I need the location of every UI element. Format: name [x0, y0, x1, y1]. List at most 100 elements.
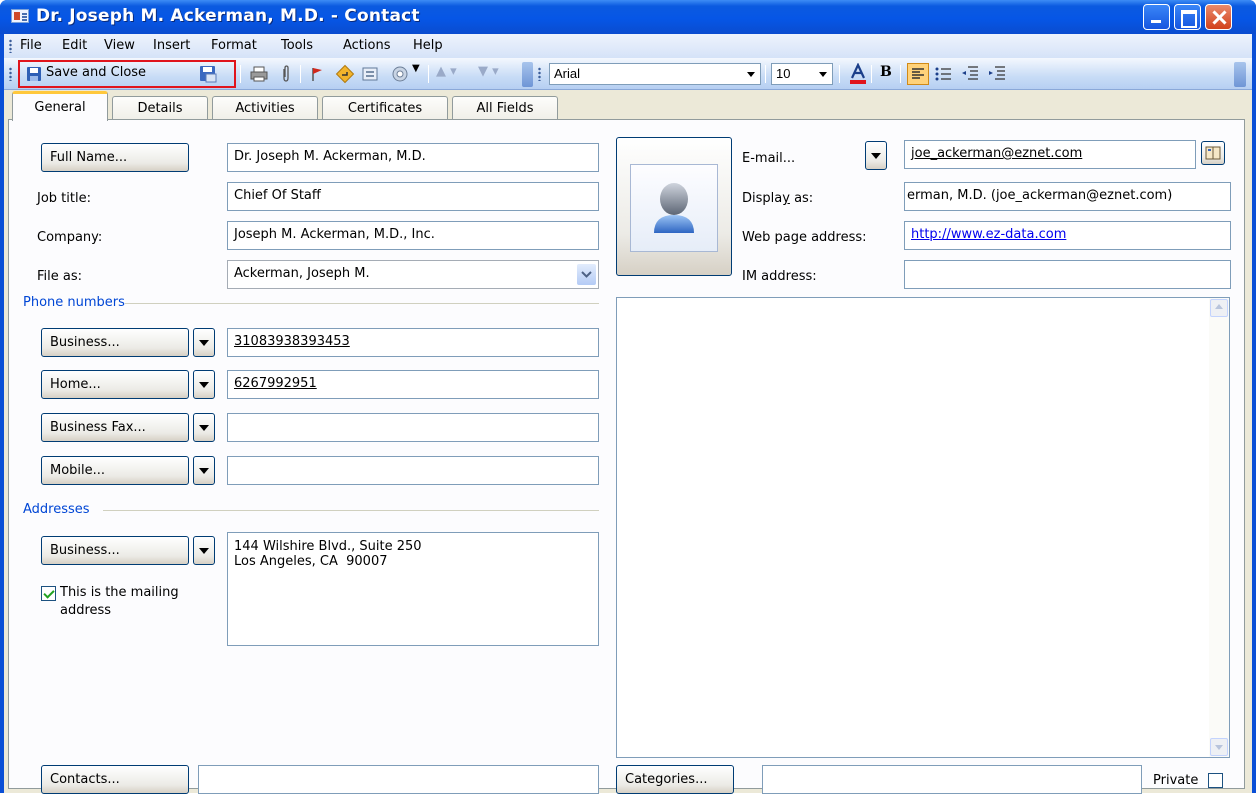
save-icon[interactable] [199, 65, 217, 83]
business-address-dropdown[interactable] [193, 536, 215, 565]
business-phone-dropdown[interactable] [193, 328, 215, 357]
save-and-close-button[interactable]: Save and Close [46, 65, 146, 80]
save-disk-icon [27, 67, 41, 81]
font-dropdown-icon[interactable] [743, 64, 760, 84]
toolbar-grip-icon [9, 67, 12, 81]
scroll-down-icon[interactable] [1210, 738, 1228, 756]
categories-field[interactable] [762, 765, 1142, 794]
close-button[interactable] [1205, 4, 1232, 30]
maximize-button[interactable] [1174, 4, 1201, 30]
address-line-1: 144 Wilshire Blvd., Suite 250 [234, 539, 422, 554]
menu-file[interactable]: File [20, 38, 42, 53]
bold-button[interactable]: B [880, 64, 892, 80]
home-phone-dropdown[interactable] [193, 370, 215, 399]
address-line-2: Los Angeles, CA 90007 [234, 554, 388, 569]
mailing-address-label-2: address [60, 603, 112, 618]
home-phone-field[interactable]: 6267992951 [227, 370, 599, 399]
font-name-value: Arial [554, 66, 581, 81]
menu-format[interactable]: Format [211, 38, 257, 53]
increase-indent-icon[interactable] [987, 65, 1007, 83]
previous-item-icon[interactable]: ▲ ▾ [436, 64, 457, 79]
private-checkbox[interactable] [1208, 773, 1223, 788]
business-fax-dropdown[interactable] [193, 413, 215, 442]
business-phone-field[interactable]: 31083938393453 [227, 328, 599, 357]
print-icon[interactable] [250, 66, 268, 82]
formatting-options-chevron-icon[interactable] [1234, 62, 1246, 87]
minimize-button[interactable] [1143, 4, 1170, 30]
decrease-indent-icon[interactable] [960, 65, 980, 83]
mobile-phone-dropdown[interactable] [193, 456, 215, 485]
home-phone-value: 6267992951 [234, 376, 317, 391]
business-fax-button[interactable]: Business Fax... [41, 413, 189, 442]
tab-details[interactable]: Details [112, 96, 208, 120]
menu-help[interactable]: Help [413, 38, 443, 53]
email-label: E-mail... [742, 151, 796, 166]
mobile-phone-field[interactable] [227, 456, 599, 485]
scroll-up-icon[interactable] [1210, 299, 1228, 317]
menu-grip-icon [9, 39, 12, 53]
next-item-icon[interactable]: ▼ ▾ [478, 64, 499, 79]
mobile-phone-button[interactable]: Mobile... [41, 456, 189, 485]
phone-numbers-heading: Phone numbers [23, 295, 125, 310]
menu-tools[interactable]: Tools [281, 38, 313, 53]
follow-up-flag-icon[interactable] [310, 66, 324, 82]
contact-picture-frame [630, 164, 718, 252]
web-page-link[interactable]: http://www.ez-data.com [911, 227, 1066, 242]
mailing-address-checkbox[interactable] [41, 586, 56, 601]
bullets-icon[interactable] [934, 65, 954, 83]
contact-window: Dr. Joseph M. Ackerman, M.D. - Contact F… [0, 0, 1256, 794]
im-address-field[interactable] [904, 260, 1231, 289]
contact-card-icon [11, 9, 29, 23]
menu-view[interactable]: View [104, 38, 135, 53]
toolbar-options-chevron-icon[interactable] [522, 62, 533, 87]
file-as-dropdown-icon[interactable] [577, 264, 596, 285]
business-phone-value: 31083938393453 [234, 334, 350, 349]
size-dropdown-icon[interactable] [815, 64, 832, 84]
toolbar-separator-7 [900, 65, 901, 83]
home-phone-button[interactable]: Home... [41, 370, 189, 399]
business-address-button[interactable]: Business... [41, 536, 189, 565]
email-field[interactable]: joe_ackerman@eznet.com [904, 140, 1196, 169]
toolbar-separator-5 [839, 65, 840, 83]
email-type-dropdown[interactable] [865, 141, 887, 170]
tab-activities[interactable]: Activities [212, 96, 318, 120]
menu-edit[interactable]: Edit [62, 38, 87, 53]
notes-scrollbar[interactable] [1209, 298, 1229, 757]
display-map-icon[interactable] [361, 65, 381, 83]
address-book-button[interactable] [1201, 141, 1225, 165]
align-left-button[interactable] [907, 63, 929, 85]
addresses-heading: Addresses [23, 502, 90, 517]
company-field[interactable]: Joseph M. Ackerman, M.D., Inc. [227, 221, 599, 250]
categories-button[interactable]: Categories... [616, 765, 734, 794]
display-as-field[interactable]: erman, M.D. (joe_ackerman@eznet.com) [904, 182, 1231, 211]
file-as-select[interactable]: Ackerman, Joseph M. [227, 260, 599, 289]
activities-dropdown-icon[interactable]: ▼ [412, 63, 420, 74]
chevron-down-icon [581, 271, 592, 278]
font-color-icon[interactable] [849, 63, 867, 85]
map-address-icon[interactable] [335, 64, 355, 84]
display-as-label: Display as: [742, 191, 814, 206]
tab-certificates[interactable]: Certificates [322, 96, 448, 120]
business-fax-field[interactable] [227, 413, 599, 442]
contacts-button[interactable]: Contacts... [41, 765, 189, 794]
full-name-field[interactable]: Dr. Joseph M. Ackerman, M.D. [227, 143, 599, 172]
attach-icon[interactable] [280, 65, 292, 83]
contacts-field[interactable] [198, 765, 599, 794]
business-phone-button[interactable]: Business... [41, 328, 189, 357]
full-name-button[interactable]: Full Name... [41, 143, 189, 172]
file-as-label: File as: [37, 269, 83, 284]
notes-area[interactable] [616, 297, 1230, 758]
font-name-select[interactable]: Arial [549, 63, 761, 85]
tab-all-fields[interactable]: All Fields [452, 96, 558, 120]
menu-insert[interactable]: Insert [153, 38, 190, 53]
contact-picture-button[interactable] [616, 137, 732, 276]
activities-icon[interactable] [390, 65, 410, 83]
menu-actions[interactable]: Actions [343, 38, 391, 53]
tab-general[interactable]: General [12, 91, 108, 121]
address-field[interactable]: 144 Wilshire Blvd., Suite 250 Los Angele… [227, 532, 599, 646]
web-page-field[interactable]: http://www.ez-data.com [904, 221, 1231, 250]
title-bar[interactable]: Dr. Joseph M. Ackerman, M.D. - Contact [0, 0, 1256, 34]
font-size-select[interactable]: 10 [771, 63, 833, 85]
job-title-field[interactable]: Chief Of Staff [227, 182, 599, 211]
tab-strip: General Details Activities Certificates … [4, 90, 1252, 121]
